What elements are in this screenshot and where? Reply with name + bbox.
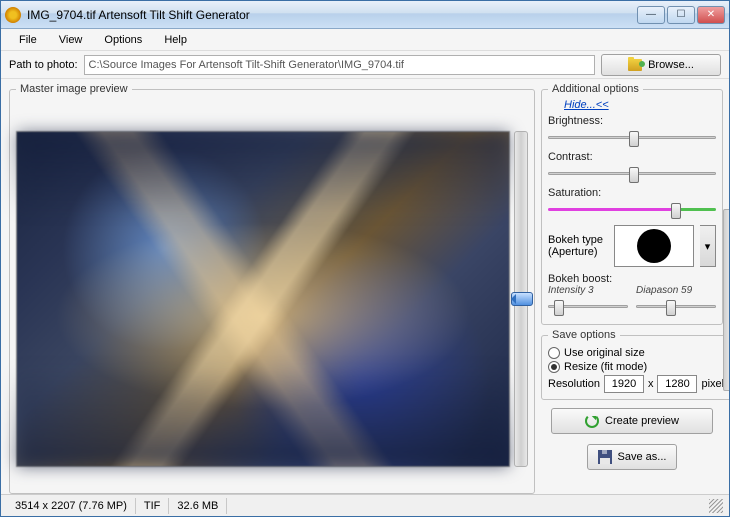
preview-area: [16, 101, 528, 487]
browse-button[interactable]: Browse...: [601, 54, 721, 76]
maximize-button[interactable]: ☐: [667, 6, 695, 24]
minimize-button[interactable]: —: [637, 6, 665, 24]
floppy-icon: [598, 450, 612, 464]
status-size: 32.6 MB: [169, 498, 227, 514]
bokeh-boost-row: Intensity 3 Diapason 59: [548, 285, 716, 318]
pathbar: Path to photo: Browse...: [1, 51, 729, 79]
menu-view[interactable]: View: [49, 32, 93, 48]
statusbar: 3514 x 2207 (7.76 MP) TIF 32.6 MB: [1, 494, 729, 516]
additional-options-fieldset: Additional options Hide...<< Brightness:…: [541, 83, 723, 325]
app-window: IMG_9704.tif Artensoft Tilt Shift Genera…: [0, 0, 730, 517]
vertical-slider-track[interactable]: [514, 131, 528, 467]
window-title: IMG_9704.tif Artensoft Tilt Shift Genera…: [27, 8, 637, 22]
save-as-label: Save as...: [618, 451, 667, 463]
resize-grip[interactable]: [709, 499, 723, 513]
close-button[interactable]: ✕: [697, 6, 725, 24]
use-original-radio[interactable]: [548, 347, 560, 359]
menubar: File View Options Help: [1, 29, 729, 51]
resize-radio[interactable]: [548, 361, 560, 373]
saturation-slider[interactable]: [548, 201, 716, 219]
use-original-row[interactable]: Use original size: [548, 347, 729, 359]
refresh-icon: [585, 414, 599, 428]
resolution-row: Resolution x pixels: [548, 375, 729, 393]
brightness-slider[interactable]: [548, 129, 716, 147]
status-format: TIF: [136, 498, 170, 514]
bokeh-boost-label: Bokeh boost:: [548, 273, 716, 285]
right-panel: Additional options Hide...<< Brightness:…: [539, 79, 729, 494]
diapason-slider[interactable]: [636, 298, 716, 316]
bokeh-type-row: Bokeh type (Aperture) ▾: [548, 225, 716, 267]
save-as-button[interactable]: Save as...: [587, 444, 677, 470]
left-panel: Master image preview: [1, 79, 539, 494]
preview-fieldset: Master image preview: [9, 83, 535, 494]
browse-label: Browse...: [648, 59, 694, 71]
brightness-label: Brightness:: [548, 115, 716, 127]
preview-image[interactable]: [16, 131, 510, 467]
intensity-label: Intensity 3: [548, 285, 628, 296]
vertical-slider-thumb[interactable]: [511, 292, 533, 306]
menu-file[interactable]: File: [9, 32, 47, 48]
save-legend: Save options: [548, 329, 620, 341]
menu-help[interactable]: Help: [154, 32, 197, 48]
app-icon: [5, 7, 21, 23]
menu-options[interactable]: Options: [94, 32, 152, 48]
save-options-fieldset: Save options Use original size Resize (f…: [541, 329, 729, 400]
status-dimensions: 3514 x 2207 (7.76 MP): [7, 498, 136, 514]
use-original-label: Use original size: [564, 347, 645, 359]
x-label: x: [648, 378, 654, 390]
create-preview-button[interactable]: Create preview: [551, 408, 713, 434]
pixels-label: pixels: [701, 378, 729, 390]
diapason-label: Diapason 59: [636, 285, 716, 296]
additional-legend: Additional options: [548, 83, 643, 95]
folder-icon: [628, 59, 642, 71]
saturation-label: Saturation:: [548, 187, 716, 199]
bokeh-dropdown[interactable]: ▾: [700, 225, 716, 267]
titlebar: IMG_9704.tif Artensoft Tilt Shift Genera…: [1, 1, 729, 29]
bokeh-preview: [614, 225, 694, 267]
window-controls: — ☐ ✕: [637, 6, 725, 24]
width-input[interactable]: [604, 375, 644, 393]
resolution-label: Resolution: [548, 378, 600, 390]
height-input[interactable]: [657, 375, 697, 393]
hide-link[interactable]: Hide...<<: [548, 99, 716, 111]
resize-label: Resize (fit mode): [564, 361, 647, 373]
resize-row[interactable]: Resize (fit mode): [548, 361, 729, 373]
path-input[interactable]: [84, 55, 596, 75]
preview-legend: Master image preview: [16, 83, 132, 95]
bokeh-type-label: Bokeh type (Aperture): [548, 234, 608, 258]
content: Master image preview Additional options …: [1, 79, 729, 494]
contrast-slider[interactable]: [548, 165, 716, 183]
path-label: Path to photo:: [9, 59, 78, 71]
intensity-slider[interactable]: [548, 298, 628, 316]
create-preview-label: Create preview: [605, 415, 679, 427]
contrast-label: Contrast:: [548, 151, 716, 163]
bokeh-circle-icon: [637, 229, 671, 263]
